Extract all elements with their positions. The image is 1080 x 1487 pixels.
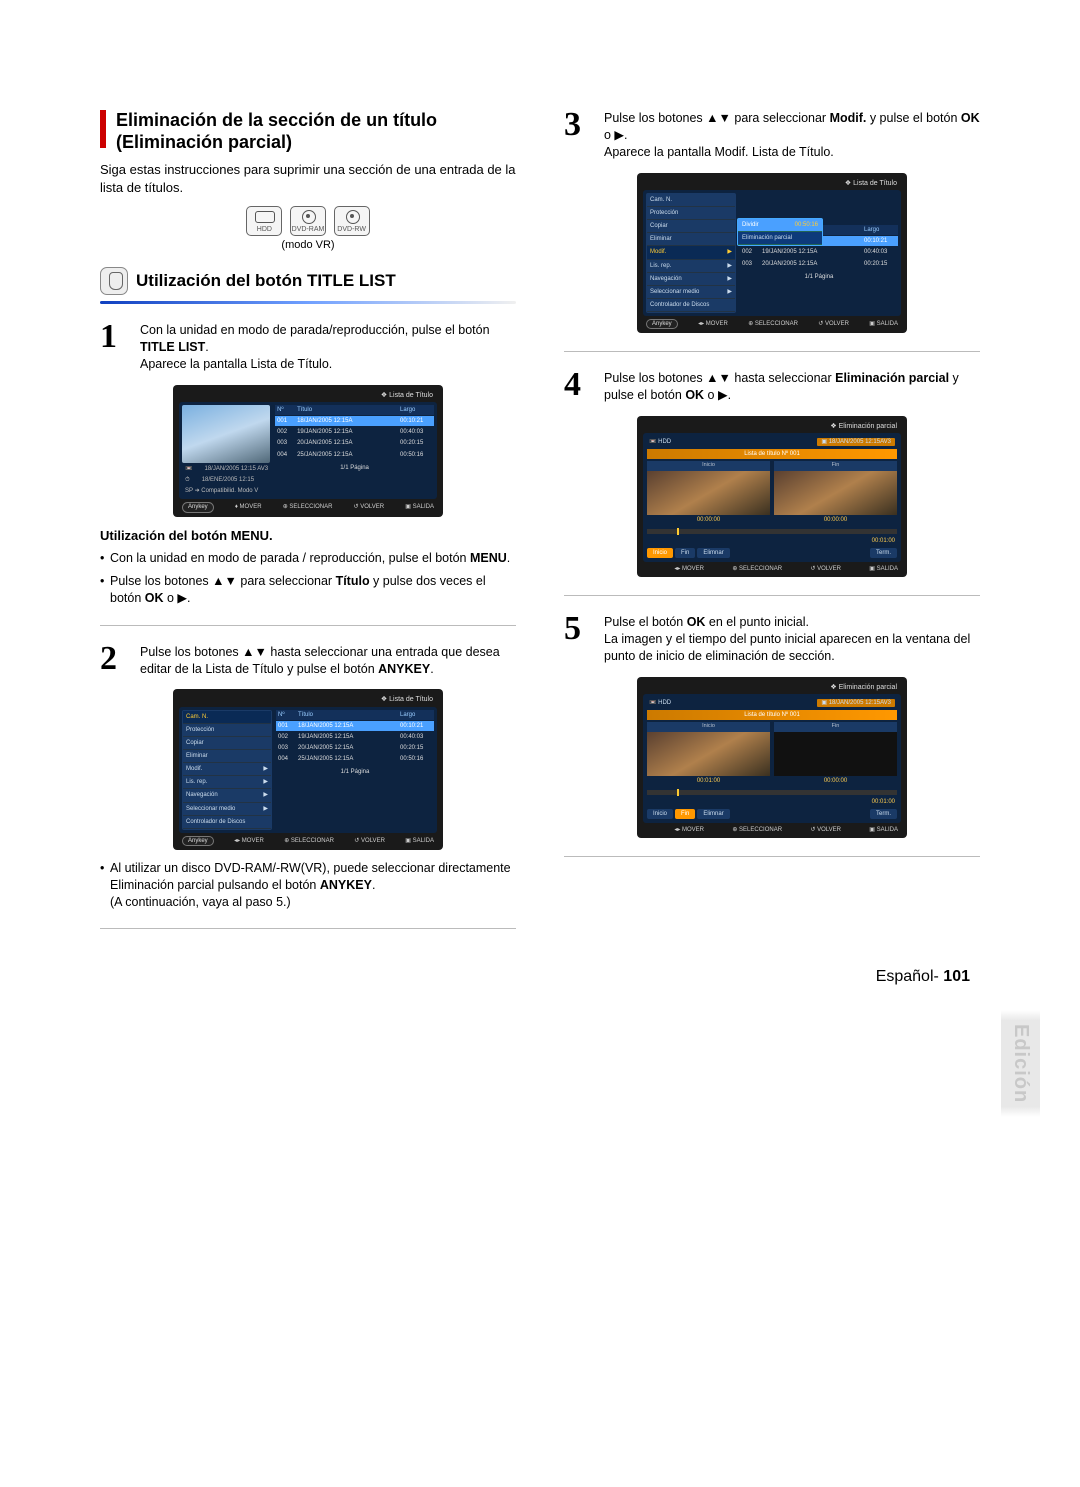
btn-eliminar: Elimnar [697, 548, 729, 558]
btn-fin: Fin [675, 548, 695, 558]
btn-term: Term. [870, 809, 897, 819]
step-number: 3 [564, 110, 594, 161]
step-text: Pulse los botones ▲▼ para seleccionar Mo… [604, 110, 980, 161]
dvd-ram-icon: DVD-RAM [290, 206, 326, 236]
side-menu: Cam. N. Protección Copiar Eliminar Modif… [182, 710, 272, 830]
menu-bullets: Con la unidad en modo de parada / reprod… [100, 550, 516, 607]
menu-heading: Utilización del botón MENU. [100, 527, 516, 545]
end-frame [774, 471, 897, 515]
btn-term: Term. [870, 548, 897, 558]
step-text: Con la unidad en modo de parada/reproduc… [140, 322, 516, 373]
step-text: Pulse los botones ▲▼ hasta seleccionar E… [604, 370, 980, 404]
btn-inicio: Inicio [647, 809, 673, 819]
separator [564, 351, 980, 352]
section-title: Eliminación de la sección de un título (… [116, 110, 516, 153]
step-1: 1 Con la unidad en modo de parada/reprod… [100, 322, 516, 373]
end-frame [774, 732, 897, 776]
disc-compat-icons: HDD DVD-RAM DVD-RW [100, 206, 516, 236]
separator [564, 856, 980, 857]
start-frame [647, 732, 770, 776]
gradient-rule [100, 301, 516, 304]
step-number: 2 [100, 644, 130, 678]
step2-note: Al utilizar un disco DVD-RAM/-RW(VR), pu… [100, 860, 516, 911]
start-frame [647, 471, 770, 515]
step-3: 3 Pulse los botones ▲▼ para seleccionar … [564, 110, 980, 161]
subsection-title: Utilización del botón TITLE LIST [136, 270, 396, 293]
step-number: 5 [564, 614, 594, 665]
thumbnail [182, 405, 270, 463]
remote-button-icon [100, 267, 128, 295]
btn-fin: Fin [675, 809, 695, 819]
separator [100, 625, 516, 626]
step-2: 2 Pulse los botones ▲▼ hasta seleccionar… [100, 644, 516, 678]
page-footer: Español- 101 [876, 966, 970, 988]
btn-eliminar: Elimnar [697, 809, 729, 819]
hdd-icon: HDD [246, 206, 282, 236]
section-intro: Siga estas instrucciones para suprimir u… [100, 161, 516, 196]
dvd-rw-icon: DVD-RW [334, 206, 370, 236]
btn-inicio: Inicio [647, 548, 673, 558]
section-marker [100, 110, 106, 148]
screenshot-partial-2: Eliminación parcial 📼 HDD▣ 18/JAN/2005 1… [637, 677, 907, 838]
step-5: 5 Pulse el botón OK en el punto inicial.… [564, 614, 980, 665]
step-text: Pulse los botones ▲▼ hasta seleccionar u… [140, 644, 516, 678]
screenshot-title-list: Lista de Título 📼18/JAN/2005 12:15 AV3 ⏱… [173, 385, 443, 517]
mode-subtext: (modo VR) [100, 238, 516, 253]
screenshot-modif-submenu: Lista de Título Cam. N. Protección Copia… [637, 173, 907, 333]
modif-popup: Dividir00:50:16 Eliminación parcial [737, 218, 823, 246]
section-tab: Edición [1001, 1010, 1040, 1117]
step-4: 4 Pulse los botones ▲▼ hasta seleccionar… [564, 370, 980, 404]
separator [100, 928, 516, 929]
screenshot-partial-1: Eliminación parcial 📼 HDD▣ 18/JAN/2005 1… [637, 416, 907, 577]
step-text: Pulse el botón OK en el punto inicial. L… [604, 614, 980, 665]
step-number: 4 [564, 370, 594, 404]
screenshot-anykey-menu: Lista de Título Cam. N. Protección Copia… [173, 689, 443, 849]
step-number: 1 [100, 322, 130, 373]
separator [564, 595, 980, 596]
side-menu: Cam. N. Protección Copiar Eliminar Modif… [646, 193, 736, 313]
